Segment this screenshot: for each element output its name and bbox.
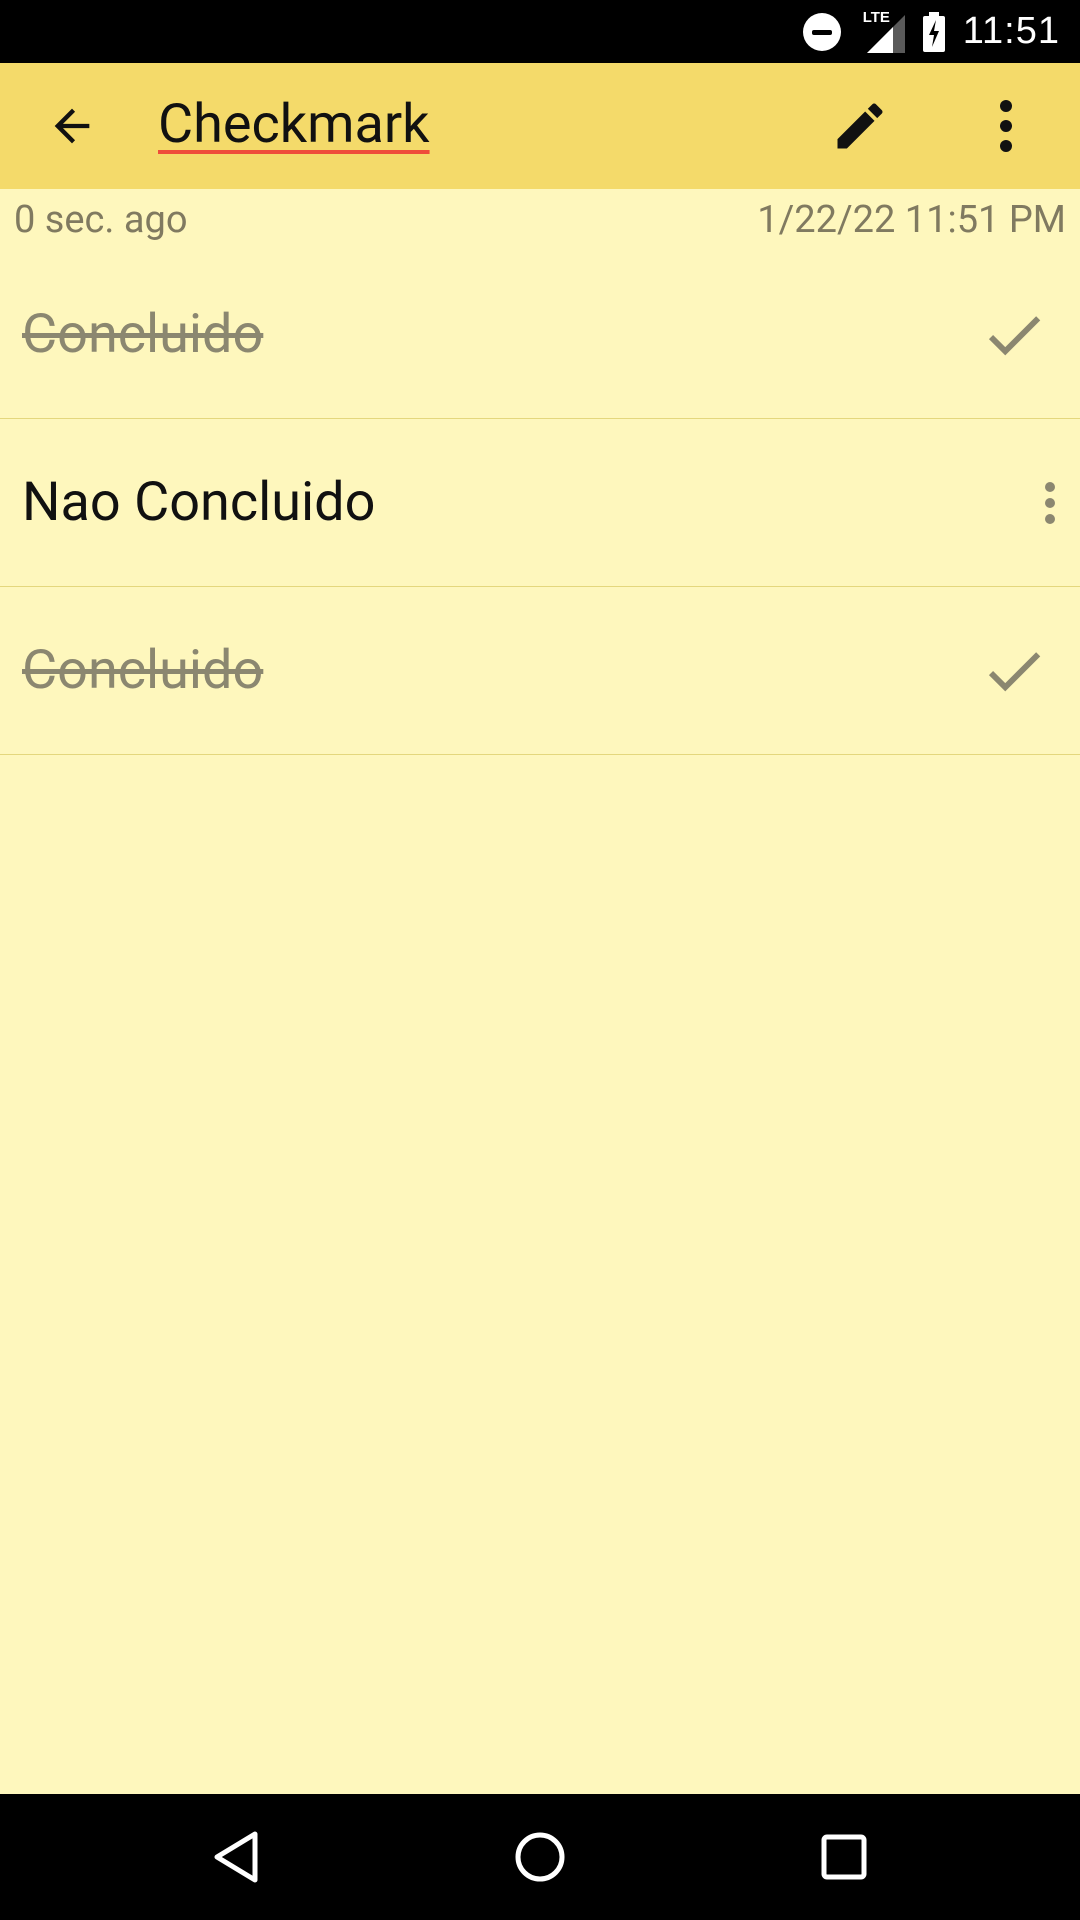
home-circle-icon[interactable]	[510, 1827, 570, 1887]
checklist-item-label: Nao Concluido	[22, 471, 376, 534]
network-type-label: LTE	[862, 8, 890, 26]
navigation-bar	[0, 1794, 1080, 1920]
checklist-item[interactable]: Concluido	[0, 251, 1080, 419]
note-title[interactable]: Checkmark	[158, 89, 430, 161]
clock: 11:51	[962, 10, 1060, 52]
timestamp: 1/22/22 11:51 PM	[757, 198, 1066, 242]
app-bar: Checkmark	[0, 63, 1080, 189]
status-icons: LTE 11:51	[802, 0, 1060, 63]
lte-signal-icon: LTE	[862, 8, 905, 53]
checkmark-icon[interactable]	[976, 633, 1052, 709]
checkmark-icon[interactable]	[976, 297, 1052, 373]
battery-charging-icon	[922, 11, 945, 52]
do-not-disturb-icon	[802, 12, 841, 51]
more-vert-icon[interactable]	[976, 92, 1036, 160]
checklist-item[interactable]: Nao Concluido	[0, 419, 1080, 587]
status-bar: LTE 11:51	[0, 0, 1080, 63]
checklist-item[interactable]: Concluido	[0, 587, 1080, 755]
item-more-vert-icon[interactable]	[1030, 465, 1070, 541]
note-meta: 0 sec. ago 1/22/22 11:51 PM	[0, 189, 1080, 251]
relative-time: 0 sec. ago	[14, 198, 188, 242]
back-arrow-icon[interactable]	[40, 94, 104, 158]
checklist-item-label: Concluido	[22, 639, 264, 702]
recents-square-icon[interactable]	[814, 1827, 874, 1887]
edit-pencil-icon[interactable]	[826, 92, 894, 160]
checklist: Concluido Nao Concluido Concluido	[0, 251, 1080, 755]
checklist-item-label: Concluido	[22, 303, 264, 366]
back-triangle-icon[interactable]	[206, 1827, 266, 1887]
